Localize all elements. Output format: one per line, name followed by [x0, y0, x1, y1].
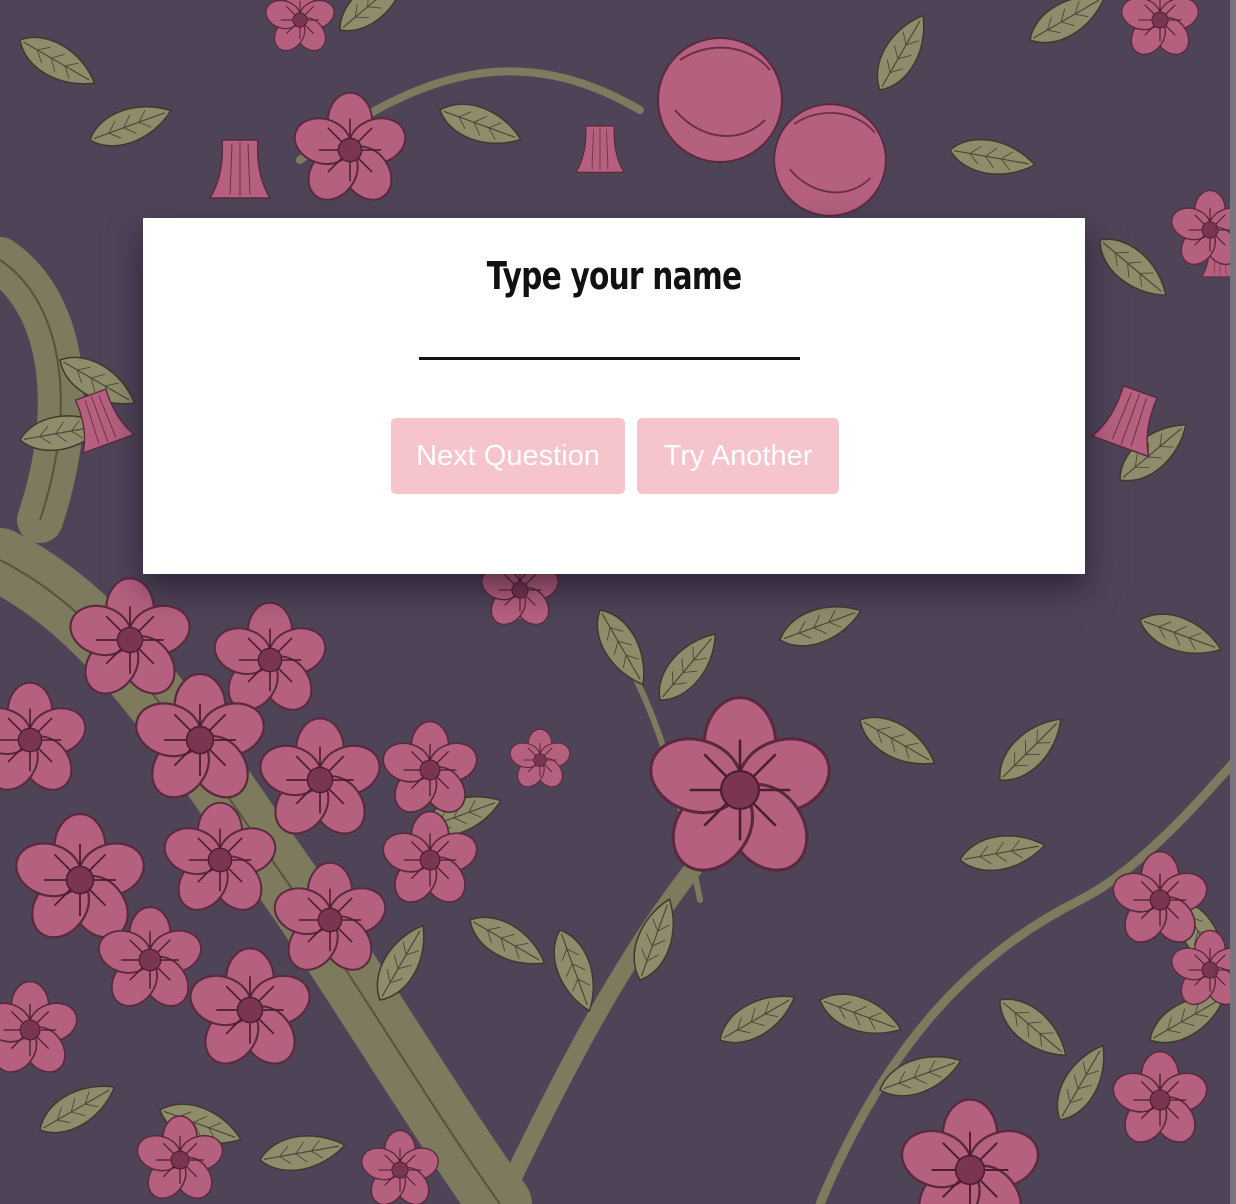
next-question-button[interactable]: Next Question	[391, 418, 625, 494]
window-scrollbar[interactable]	[1230, 0, 1236, 1204]
name-dialog: Type your name Next Question Try Another	[143, 218, 1085, 574]
floral-background	[0, 0, 1236, 1204]
dialog-title: Type your name	[486, 254, 742, 298]
try-another-button[interactable]: Try Another	[637, 418, 839, 494]
name-input[interactable]	[419, 324, 800, 360]
